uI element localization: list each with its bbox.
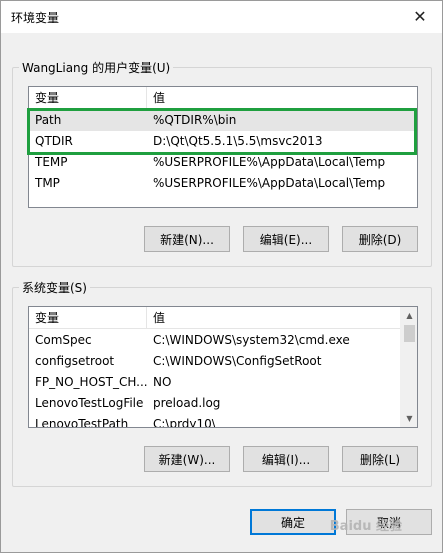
system-variables-list[interactable]: 变量 值 ComSpec C:\WINDOWS\system32\cmd.exe…: [28, 306, 418, 428]
list-header: 变量 值: [29, 307, 402, 329]
variable-name: TEMP: [35, 155, 68, 169]
column-header-variable[interactable]: 变量: [29, 87, 147, 109]
table-row[interactable]: TEMP %USERPROFILE%\AppData\Local\Temp: [29, 152, 417, 173]
variable-value: %QTDIR%\bin: [153, 113, 237, 127]
table-row[interactable]: ComSpec C:\WINDOWS\system32\cmd.exe: [29, 330, 402, 351]
vertical-scrollbar[interactable]: ▲ ▼: [400, 307, 417, 427]
variable-name: LenovoTestLogFile: [35, 396, 144, 410]
variable-name: QTDIR: [35, 134, 73, 148]
variable-value: D:\Qt\Qt5.5.1\5.5\msvc2013: [153, 134, 323, 148]
table-row[interactable]: TMP %USERPROFILE%\AppData\Local\Temp: [29, 173, 417, 194]
scroll-down-icon[interactable]: ▼: [401, 410, 417, 427]
close-icon[interactable]: ✕: [400, 1, 440, 31]
user-new-button[interactable]: 新建(N)...: [144, 226, 230, 252]
scrollbar-thumb[interactable]: [404, 325, 415, 342]
window-title: 环境变量: [11, 11, 60, 25]
system-delete-button[interactable]: 删除(L): [342, 446, 418, 472]
variable-value: %USERPROFILE%\AppData\Local\Temp: [153, 155, 386, 169]
variable-value: %USERPROFILE%\AppData\Local\Temp: [153, 176, 386, 190]
variable-name: LenovoTestPath: [35, 417, 129, 428]
table-row[interactable]: LenovoTestPath C:\prdy10\: [29, 414, 402, 428]
variable-value: C:\WINDOWS\system32\cmd.exe: [153, 333, 350, 347]
table-row[interactable]: Path %QTDIR%\bin: [29, 110, 417, 131]
user-delete-button[interactable]: 删除(D): [342, 226, 418, 252]
environment-variables-dialog: 环境变量 ✕ WangLiang 的用户变量(U) 变量 值 Path %QTD…: [0, 0, 443, 553]
variable-name: ComSpec: [35, 333, 92, 347]
table-row[interactable]: LenovoTestLogFile preload.log: [29, 393, 402, 414]
variable-name: Path: [35, 113, 62, 127]
variable-name: configsetroot: [35, 354, 115, 368]
table-row[interactable]: QTDIR D:\Qt\Qt5.5.1\5.5\msvc2013: [29, 131, 417, 152]
user-variables-list[interactable]: 变量 值 Path %QTDIR%\bin QTDIR D:\Qt\Qt5.5.…: [28, 86, 418, 208]
user-variables-label: WangLiang 的用户变量(U): [19, 59, 174, 76]
variable-name: FP_NO_HOST_CH...: [35, 375, 147, 389]
variable-value: NO: [153, 375, 172, 389]
column-header-value[interactable]: 值: [147, 87, 417, 109]
ok-button[interactable]: 确定: [250, 509, 336, 535]
system-variables-group: 系统变量(S) 变量 值 ComSpec C:\WINDOWS\system32…: [12, 279, 432, 487]
variable-name: TMP: [35, 176, 60, 190]
list-header: 变量 值: [29, 87, 417, 109]
variable-value: C:\prdy10\: [153, 417, 216, 428]
column-header-value[interactable]: 值: [147, 307, 402, 329]
table-row[interactable]: configsetroot C:\WINDOWS\ConfigSetRoot: [29, 351, 402, 372]
column-header-variable[interactable]: 变量: [29, 307, 147, 329]
title-bar: 环境变量 ✕: [1, 1, 442, 33]
table-row[interactable]: FP_NO_HOST_CH... NO: [29, 372, 402, 393]
variable-value: C:\WINDOWS\ConfigSetRoot: [153, 354, 322, 368]
system-edit-button[interactable]: 编辑(I)...: [243, 446, 329, 472]
system-variables-label: 系统变量(S): [19, 279, 90, 296]
system-new-button[interactable]: 新建(W)...: [144, 446, 230, 472]
scroll-up-icon[interactable]: ▲: [401, 307, 417, 324]
user-variables-group: WangLiang 的用户变量(U) 变量 值 Path %QTDIR%\bin…: [12, 59, 432, 267]
variable-value: preload.log: [153, 396, 221, 410]
user-edit-button[interactable]: 编辑(E)...: [243, 226, 329, 252]
cancel-button[interactable]: 取消: [346, 509, 432, 535]
